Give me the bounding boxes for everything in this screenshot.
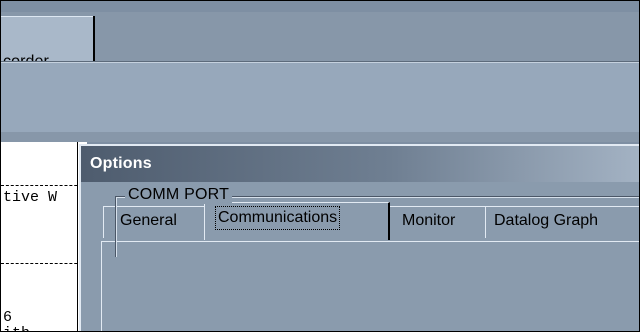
log-line: 6 xyxy=(3,309,13,326)
log-line: ith xyxy=(3,326,30,331)
log-line: tive W xyxy=(3,189,58,206)
options-dialog: Options General Communications Monitor D… xyxy=(79,144,639,331)
main-tab-strip xyxy=(1,12,639,62)
toolbar-lower-strip xyxy=(1,132,639,142)
comm-port-group: COMM PORT xyxy=(115,186,639,257)
dialog-title: Options xyxy=(90,155,152,172)
comm-port-group-title: COMM PORT xyxy=(125,186,233,204)
dash-separator xyxy=(1,185,87,186)
tab-recorder[interactable]: corder xyxy=(1,16,95,70)
panel-divider xyxy=(77,142,78,331)
app-window: corder tive W 6 ith Options General Comm… xyxy=(0,0,640,332)
toolbar xyxy=(1,62,639,134)
log-text-panel[interactable]: tive W 6 ith xyxy=(1,142,87,331)
dash-separator xyxy=(1,263,87,264)
window-top-strip xyxy=(1,1,639,12)
dialog-titlebar[interactable]: Options xyxy=(81,146,639,182)
